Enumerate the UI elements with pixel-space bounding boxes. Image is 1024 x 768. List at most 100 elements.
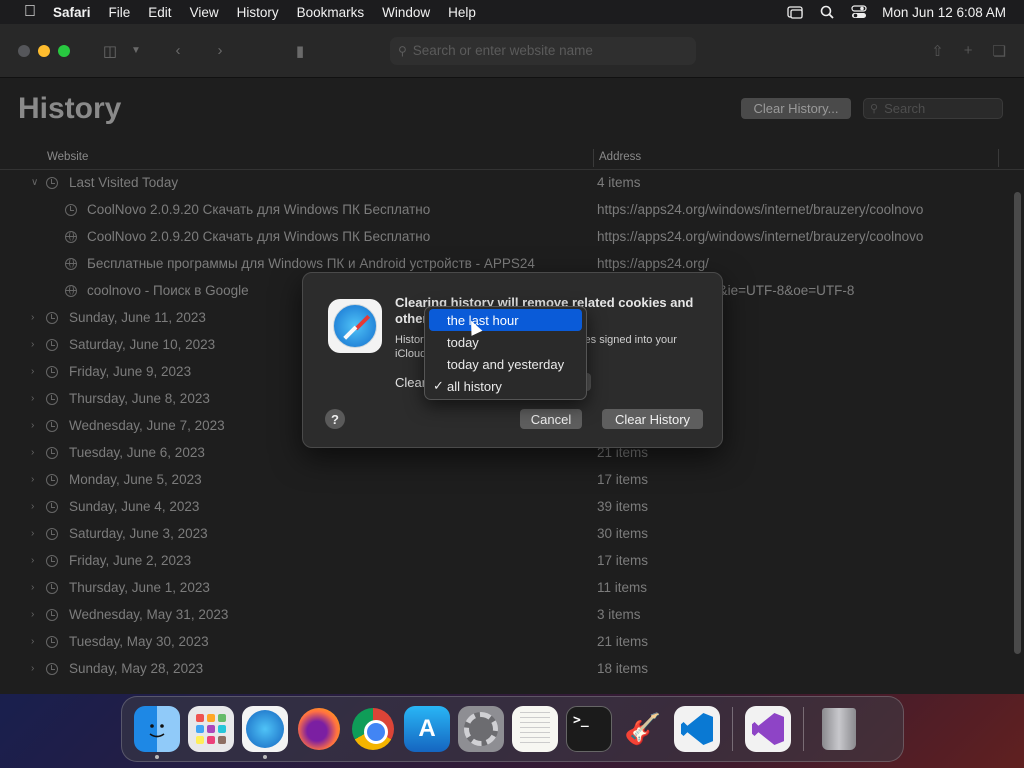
dropdown-option-label: today and yesterday bbox=[447, 356, 565, 372]
dock-system-settings[interactable] bbox=[458, 706, 504, 752]
history-group-row[interactable]: › Tuesday, May 30, 2023 21 items bbox=[0, 629, 1024, 656]
help-button[interactable]: ? bbox=[325, 409, 345, 429]
history-group-row[interactable]: › Sunday, June 4, 2023 39 items bbox=[0, 494, 1024, 521]
tab-overview-icon[interactable]: ❏ bbox=[993, 42, 1006, 60]
clock[interactable]: Mon Jun 12 6:08 AM bbox=[882, 5, 1006, 20]
dock-textedit[interactable] bbox=[512, 706, 558, 752]
dropdown-option[interactable]: today and yesterday bbox=[429, 353, 582, 375]
dropdown-option[interactable]: today bbox=[429, 331, 582, 353]
address-bar[interactable]: ⚲ Search or enter website name bbox=[390, 36, 696, 65]
history-group-row[interactable]: ∨ Last Visited Today 4 items bbox=[0, 170, 1024, 197]
screen-mirroring-icon[interactable] bbox=[786, 5, 804, 19]
chevron-right-icon[interactable]: › bbox=[31, 366, 34, 377]
menu-view[interactable]: View bbox=[181, 5, 228, 20]
dock-chrome[interactable] bbox=[350, 706, 396, 752]
chevron-right-icon[interactable]: › bbox=[31, 339, 34, 350]
chevron-down-icon[interactable]: ▼ bbox=[126, 45, 146, 56]
history-group-row[interactable]: › Sunday, May 28, 2023 18 items bbox=[0, 656, 1024, 683]
range-popup-button[interactable] bbox=[587, 373, 591, 391]
menu-bookmarks[interactable]: Bookmarks bbox=[288, 5, 374, 20]
address-placeholder: Search or enter website name bbox=[412, 43, 593, 58]
chevron-right-icon[interactable]: › bbox=[31, 501, 34, 512]
chevron-right-icon[interactable]: › bbox=[31, 555, 34, 566]
spotlight-search-icon[interactable] bbox=[818, 5, 836, 19]
cancel-button[interactable]: Cancel bbox=[520, 409, 582, 429]
menu-window[interactable]: Window bbox=[373, 5, 439, 20]
column-address[interactable]: Address bbox=[599, 151, 641, 163]
history-search-input[interactable]: ⚲ Search bbox=[863, 98, 1003, 119]
dropdown-option[interactable]: the last hour bbox=[429, 309, 582, 331]
close-window-button[interactable] bbox=[18, 44, 30, 57]
chevron-right-icon[interactable]: › bbox=[31, 420, 34, 431]
chevron-right-icon[interactable]: › bbox=[31, 609, 34, 620]
chevron-right-icon[interactable]: › bbox=[31, 393, 34, 404]
row-address: 39 items bbox=[597, 499, 649, 514]
row-title: Friday, June 9, 2023 bbox=[69, 364, 192, 379]
chevron-right-icon[interactable]: › bbox=[31, 663, 34, 674]
privacy-report-icon[interactable]: ▮ bbox=[290, 42, 310, 60]
dropdown-option[interactable]: ✓ all history bbox=[429, 375, 582, 397]
dock-divider bbox=[732, 707, 733, 751]
dock-firefox[interactable] bbox=[296, 706, 342, 752]
chevron-right-icon[interactable]: › bbox=[31, 528, 34, 539]
chevron-right-icon[interactable]: › bbox=[31, 474, 34, 485]
scrollbar[interactable] bbox=[1014, 192, 1021, 654]
history-group-row[interactable]: › Saturday, June 3, 2023 30 items bbox=[0, 521, 1024, 548]
dock-trash[interactable] bbox=[816, 706, 862, 752]
clock-icon bbox=[46, 393, 58, 405]
row-address: 4 items bbox=[597, 175, 641, 190]
back-button[interactable]: ‹ bbox=[168, 42, 188, 59]
history-entry-row[interactable]: CoolNovo 2.0.9.20 Скачать для Windows ПК… bbox=[0, 224, 1024, 251]
share-icon[interactable]: ⇧ bbox=[931, 42, 944, 60]
search-icon: ⚲ bbox=[870, 103, 879, 115]
clock-icon bbox=[46, 663, 58, 675]
window-controls bbox=[18, 44, 70, 57]
zoom-window-button[interactable] bbox=[58, 44, 70, 57]
search-placeholder: Search bbox=[884, 101, 926, 116]
chevron-right-icon[interactable]: › bbox=[31, 582, 34, 593]
chevron-right-icon[interactable]: › bbox=[31, 636, 34, 647]
forward-button[interactable]: › bbox=[210, 42, 230, 59]
chevron-right-icon[interactable]: › bbox=[31, 312, 34, 323]
clock-icon bbox=[46, 447, 58, 459]
dock-app-store[interactable]: A bbox=[404, 706, 450, 752]
column-website[interactable]: Website bbox=[47, 151, 88, 163]
clock-icon bbox=[46, 366, 58, 378]
new-tab-icon[interactable]: + bbox=[964, 42, 973, 60]
dock-finder[interactable] bbox=[134, 706, 180, 759]
clear-history-button[interactable]: Clear History bbox=[602, 409, 703, 429]
clear-history-toolbar-button[interactable]: Clear History... bbox=[741, 98, 851, 119]
apple-menu-icon[interactable]:  bbox=[16, 3, 44, 21]
history-group-row[interactable]: › Wednesday, May 31, 2023 3 items bbox=[0, 602, 1024, 629]
chevron-down-icon[interactable]: ∨ bbox=[31, 177, 38, 188]
menu-edit[interactable]: Edit bbox=[139, 5, 180, 20]
history-group-row[interactable]: › Friday, June 2, 2023 17 items bbox=[0, 548, 1024, 575]
dock-launchpad[interactable] bbox=[188, 706, 234, 752]
clock-icon bbox=[46, 420, 58, 432]
chevron-right-icon[interactable]: › bbox=[31, 447, 34, 458]
history-entry-row[interactable]: CoolNovo 2.0.9.20 Скачать для Windows ПК… bbox=[0, 197, 1024, 224]
dock-safari[interactable] bbox=[242, 706, 288, 759]
menu-history[interactable]: History bbox=[228, 5, 288, 20]
row-address: 30 items bbox=[597, 526, 649, 541]
dock-visual-studio[interactable] bbox=[745, 706, 791, 752]
history-group-row[interactable]: › Thursday, June 1, 2023 11 items bbox=[0, 575, 1024, 602]
minimize-window-button[interactable] bbox=[38, 44, 50, 57]
column-divider[interactable] bbox=[593, 149, 594, 167]
row-title: Last Visited Today bbox=[69, 175, 179, 190]
menu-safari[interactable]: Safari bbox=[44, 5, 100, 20]
row-title: Sunday, May 28, 2023 bbox=[69, 661, 204, 676]
menu-file[interactable]: File bbox=[100, 5, 140, 20]
dock-instruments[interactable]: 🎸 bbox=[620, 706, 666, 752]
sidebar-toggle-icon[interactable]: ◫ bbox=[100, 42, 120, 60]
toolbar-right: ⇧ + ❏ bbox=[931, 42, 1006, 60]
history-group-row[interactable]: › Monday, June 5, 2023 17 items bbox=[0, 467, 1024, 494]
menu-help[interactable]: Help bbox=[439, 5, 485, 20]
control-center-icon[interactable] bbox=[850, 5, 868, 19]
row-title: Sunday, June 11, 2023 bbox=[69, 310, 206, 325]
globe-icon bbox=[65, 285, 77, 297]
dock-terminal[interactable]: >_ bbox=[566, 706, 612, 752]
dock-vscode[interactable] bbox=[674, 706, 720, 752]
row-address: 17 items bbox=[597, 553, 649, 568]
column-divider[interactable] bbox=[998, 149, 999, 167]
